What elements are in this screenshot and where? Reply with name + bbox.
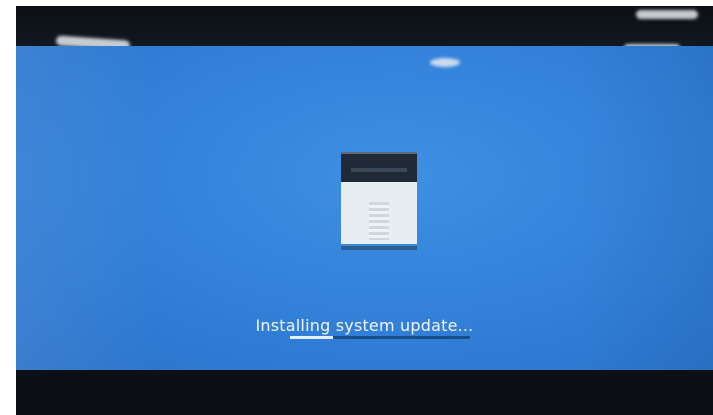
printer-body [341,182,417,244]
update-progress-fill [290,336,334,339]
photo-frame: Installing system update... [0,0,713,415]
printer-device-icon [341,152,417,252]
printer-slot [351,168,407,172]
printer-scanner-lid [341,152,417,184]
light-glare [636,10,698,19]
monitor-bottom-bezel [16,370,713,415]
printer-paper-tray [369,202,389,240]
update-screen: Installing system update... [16,46,713,370]
update-status-text: Installing system update... [255,316,474,335]
light-glare [430,58,460,67]
printer-base [341,246,417,250]
update-progress-bar [290,336,470,339]
